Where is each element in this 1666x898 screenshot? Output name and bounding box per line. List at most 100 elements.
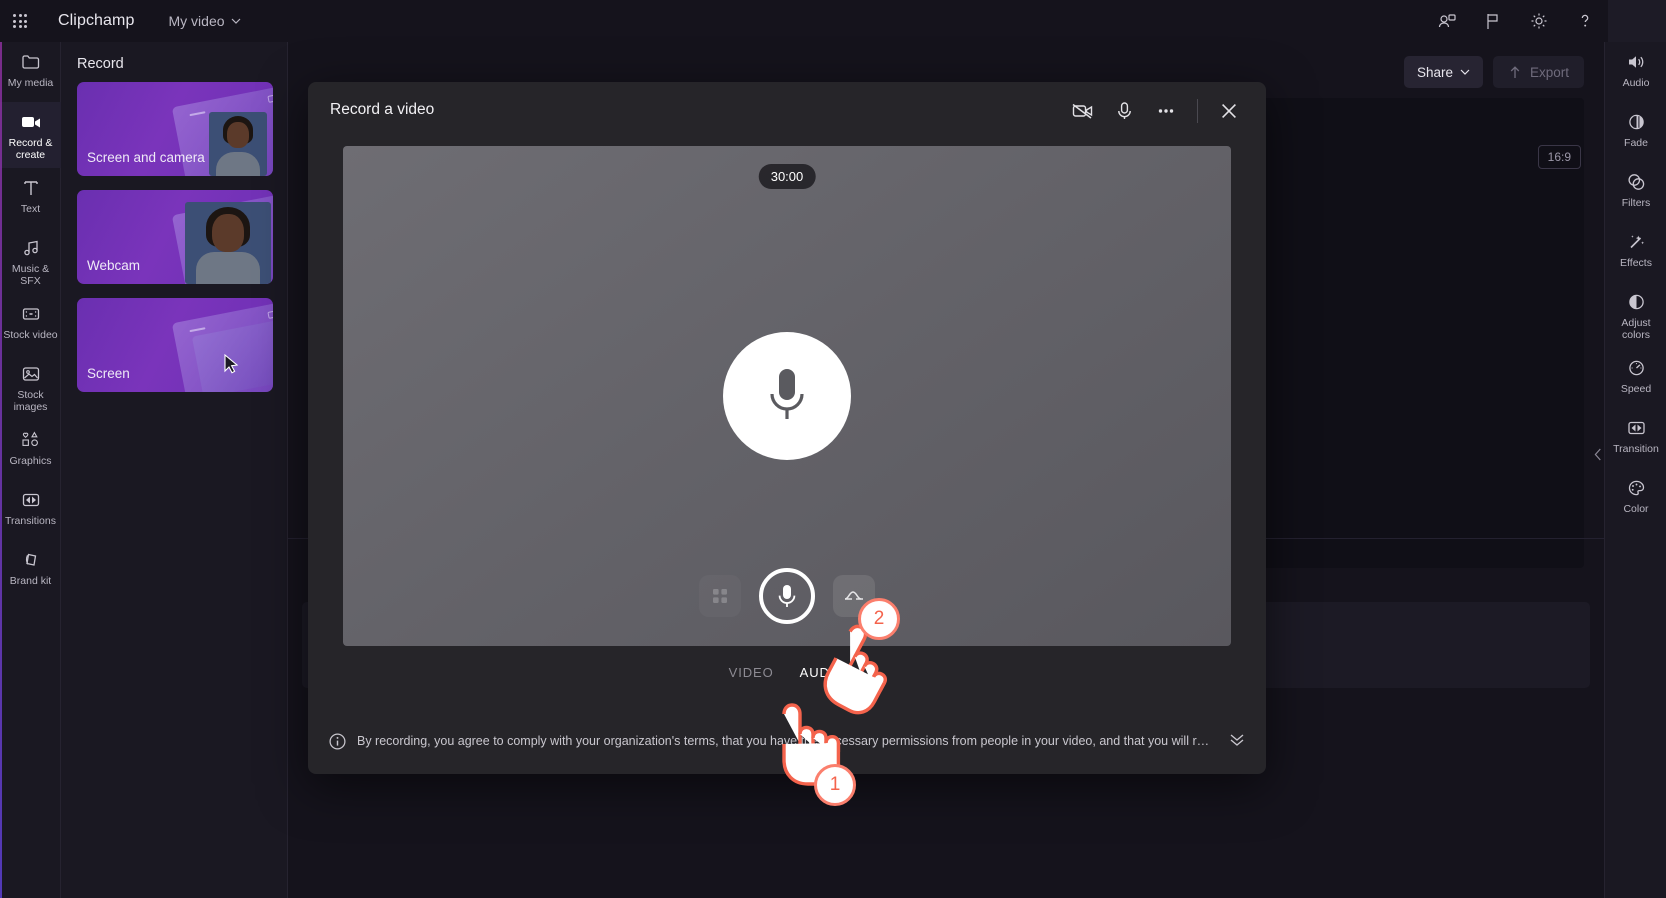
chevron-double-down-icon[interactable] <box>1222 731 1252 752</box>
right-item-label: Audio <box>1622 77 1650 89</box>
chevron-down-icon <box>231 18 240 24</box>
share-button[interactable]: Share <box>1403 56 1483 88</box>
sidebar-item-stock-images[interactable]: Stock images <box>0 354 61 420</box>
export-button[interactable]: Export <box>1492 56 1584 88</box>
palette-icon <box>1628 480 1644 496</box>
sidebar-label: Text <box>20 203 41 215</box>
sidebar-item-brand-kit[interactable]: Brand kit <box>0 540 61 600</box>
video-camera-icon <box>21 117 40 128</box>
mouse-cursor-icon <box>224 354 239 374</box>
sidebar-item-transitions[interactable]: Transitions <box>0 480 61 540</box>
transition-icon <box>1627 421 1645 435</box>
right-item-label: Fade <box>1624 137 1648 149</box>
right-sidebar: Audio Fade Filters Effects Adjust colors… <box>1604 42 1666 898</box>
more-options-icon[interactable] <box>1147 92 1185 130</box>
header-icon-group <box>1424 0 1666 42</box>
project-name-label: My video <box>168 13 225 29</box>
avatar[interactable] <box>1608 0 1666 42</box>
flag-feedback-icon[interactable] <box>1470 0 1516 42</box>
sidebar-item-record-create[interactable]: Record & create <box>0 102 61 168</box>
right-item-label: Color <box>1623 503 1649 515</box>
person-thumbnail <box>209 112 267 176</box>
right-item-label: Speed <box>1620 383 1652 395</box>
folder-icon <box>21 55 39 69</box>
export-label: Export <box>1529 64 1569 80</box>
info-circle-icon <box>329 732 346 750</box>
record-video-modal: Record a video 30:00 VIDEO AUDIO By reco… <box>308 82 1266 774</box>
sidebar-item-graphics[interactable]: Graphics <box>0 420 61 480</box>
right-item-label: Transition <box>1613 443 1659 455</box>
brand-kit-icon <box>25 553 36 566</box>
top-header: Clipchamp My video <box>0 0 1666 42</box>
brand-title: Clipchamp <box>58 12 135 29</box>
sidebar-item-stock-video[interactable]: Stock video <box>0 294 61 354</box>
microphone-icon <box>770 369 804 419</box>
contrast-circle-icon <box>1628 294 1644 310</box>
step-badge-1: 1 <box>814 764 856 806</box>
right-item-label: Adjust colors <box>1621 317 1651 341</box>
sidebar-label: Stock images <box>13 389 48 413</box>
record-card-webcam[interactable]: Webcam <box>77 190 273 284</box>
right-item-label: Effects <box>1620 257 1652 269</box>
record-panel: Record Screen and camera Webcam Screen <box>61 42 353 898</box>
close-icon[interactable] <box>1210 92 1248 130</box>
app-launcher-icon[interactable] <box>0 0 40 42</box>
right-item-transition[interactable]: Transition <box>1605 408 1666 468</box>
card-label: Webcam <box>87 258 141 273</box>
right-panel-collapse-button[interactable] <box>1591 438 1604 470</box>
image-icon <box>22 367 39 381</box>
right-item-filters[interactable]: Filters <box>1605 162 1666 222</box>
clipchamp-editor: Clipchamp My video My media Record & cre… <box>0 0 1666 898</box>
card-label: Screen <box>87 366 130 381</box>
right-item-fade[interactable]: Fade <box>1605 102 1666 162</box>
text-t-icon <box>23 181 38 195</box>
right-item-audio[interactable]: Audio <box>1605 42 1666 102</box>
aspect-ratio-badge[interactable]: 16:9 <box>1537 145 1581 169</box>
editor-top-actions: Share Export <box>1403 56 1584 88</box>
record-card-screen-and-camera[interactable]: Screen and camera <box>77 82 273 176</box>
chevron-down-icon <box>1460 69 1470 75</box>
camera-off-icon[interactable] <box>1063 92 1101 130</box>
panel-title: Record <box>77 56 124 72</box>
sidebar-label: Graphics <box>9 455 52 467</box>
gear-settings-icon[interactable] <box>1516 0 1562 42</box>
modal-header-actions <box>1063 92 1248 130</box>
project-name-dropdown[interactable]: My video <box>169 13 241 29</box>
right-item-effects[interactable]: Effects <box>1605 222 1666 282</box>
recording-timer: 30:00 <box>758 164 816 189</box>
audio-wave-icon <box>844 591 863 600</box>
grid-squares-icon <box>713 589 727 603</box>
sidebar-item-my-media[interactable]: My media <box>0 42 61 102</box>
microphone-icon[interactable] <box>1105 92 1143 130</box>
record-card-screen[interactable]: Screen <box>77 298 273 392</box>
right-item-color[interactable]: Color <box>1605 468 1666 528</box>
right-item-speed[interactable]: Speed <box>1605 348 1666 408</box>
transition-icon <box>22 493 39 507</box>
microphone-indicator <box>723 332 851 460</box>
sidebar-item-music-sfx[interactable]: Music & SFX <box>0 228 61 294</box>
sidebar-item-text[interactable]: Text <box>0 168 61 228</box>
music-note-icon <box>23 240 38 256</box>
sidebar-label: My media <box>7 77 54 89</box>
help-question-icon[interactable] <box>1562 0 1608 42</box>
modal-header: Record a video <box>308 82 1266 140</box>
right-item-label: Filters <box>1621 197 1651 209</box>
person-thumbnail <box>185 202 271 284</box>
microphone-icon <box>778 585 796 607</box>
upload-arrow-icon <box>1510 65 1520 78</box>
chevron-left-icon <box>1594 448 1601 460</box>
sidebar-label: Record & create <box>8 137 53 161</box>
share-people-icon[interactable] <box>1424 0 1470 42</box>
speedometer-icon <box>1628 360 1644 376</box>
right-item-adjust-colors[interactable]: Adjust colors <box>1605 282 1666 348</box>
speaker-icon <box>1628 56 1643 68</box>
magic-wand-icon <box>1629 235 1644 249</box>
tab-video[interactable]: VIDEO <box>729 665 774 680</box>
fade-icon <box>1628 114 1644 130</box>
filters-circles-icon <box>1627 174 1644 190</box>
effects-grid-button[interactable] <box>699 575 741 617</box>
header-divider <box>1197 99 1198 123</box>
left-sidebar: My media Record & create Text Music & SF… <box>0 42 61 898</box>
film-strip-icon <box>22 308 39 320</box>
sidebar-label: Music & SFX <box>11 263 50 287</box>
